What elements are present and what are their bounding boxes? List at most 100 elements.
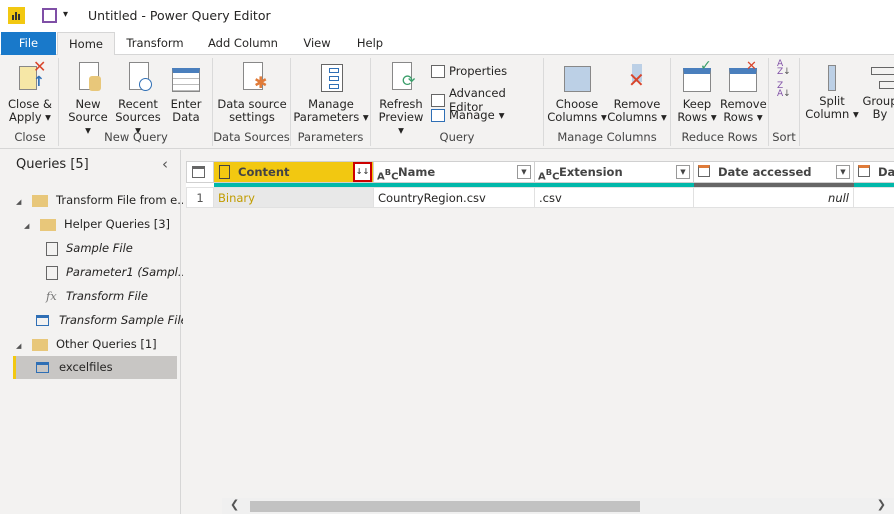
cell-name[interactable]: CountryRegion.csv bbox=[374, 187, 535, 208]
query-transform-file[interactable]: fx Transform File bbox=[46, 285, 148, 307]
remove-rows-icon: ✕ bbox=[728, 60, 758, 94]
query-group-helper-queries[interactable]: ◢ Helper Queries [3] bbox=[24, 213, 170, 235]
tab-transform[interactable]: Transform bbox=[118, 32, 192, 55]
cell-content[interactable]: Binary bbox=[214, 187, 374, 208]
save-icon[interactable] bbox=[42, 8, 57, 23]
new-source-icon bbox=[73, 62, 103, 94]
table-icon bbox=[192, 166, 205, 178]
column-header-date-partial[interactable]: Da bbox=[854, 161, 894, 183]
table-icon bbox=[36, 315, 49, 326]
group-label-close: Close bbox=[14, 130, 46, 144]
split-column-button[interactable]: Split Column ▾ bbox=[804, 59, 860, 121]
scroll-left-icon[interactable]: ❮ bbox=[230, 498, 239, 511]
expand-icon: ◢ bbox=[16, 198, 22, 206]
manage-button[interactable]: Manage ▾ bbox=[431, 108, 504, 122]
horizontal-scrollbar[interactable]: ❮ ❯ bbox=[222, 498, 894, 514]
tab-home[interactable]: Home bbox=[57, 32, 115, 56]
refresh-preview-icon: ⟳ bbox=[386, 62, 416, 94]
query-sample-file[interactable]: Sample File bbox=[46, 237, 133, 259]
keep-rows-icon: ✓ bbox=[682, 59, 712, 94]
column-header-extension[interactable]: ABC Extension ▼ bbox=[535, 161, 694, 183]
group-label-parameters: Parameters bbox=[297, 130, 364, 144]
cell-extension[interactable]: .csv bbox=[535, 187, 694, 208]
remove-columns-icon: ✕ bbox=[622, 62, 652, 94]
group-label-reduce-rows: Reduce Rows bbox=[681, 130, 758, 144]
group-label-data-sources: Data Sources bbox=[213, 130, 290, 144]
power-bi-logo-icon bbox=[8, 7, 25, 24]
group-data-sources: ✱ Data source settings Data Sources bbox=[213, 58, 291, 146]
split-column-icon bbox=[817, 59, 847, 91]
query-group-other-queries[interactable]: ◢ Other Queries [1] bbox=[16, 333, 157, 355]
column-header-name[interactable]: ABC Name ▼ bbox=[374, 161, 535, 183]
group-sort: A Z↓ Z A↓ Sort bbox=[769, 58, 800, 146]
tab-add-column[interactable]: Add Column bbox=[200, 32, 286, 55]
close-apply-button[interactable]: ✕ ↑ Close & Apply ▾ bbox=[2, 59, 58, 124]
group-by-icon bbox=[865, 59, 894, 91]
list-icon bbox=[46, 241, 58, 256]
manage-icon bbox=[431, 108, 445, 122]
sort-descending-button[interactable]: Z A↓ bbox=[777, 82, 791, 99]
enter-data-icon bbox=[171, 62, 201, 94]
group-label-sort: Sort bbox=[772, 130, 796, 144]
table-menu-button[interactable] bbox=[186, 161, 214, 183]
function-icon: fx bbox=[46, 289, 57, 303]
ribbon-tabs: File Home Transform Add Column View Help bbox=[0, 32, 894, 56]
query-excelfiles[interactable]: excelfiles bbox=[13, 356, 177, 379]
choose-columns-button[interactable]: Choose Columns ▾ bbox=[547, 62, 607, 124]
collapse-pane-icon[interactable]: ‹ bbox=[162, 155, 168, 173]
close-apply-icon: ✕ ↑ bbox=[15, 59, 46, 94]
expand-column-button[interactable]: ↓↓ bbox=[353, 162, 372, 182]
remove-rows-button[interactable]: ✕ Remove Rows ▾ bbox=[720, 60, 767, 124]
window-title: Untitled - Power Query Editor bbox=[88, 8, 271, 23]
quick-access-dropdown-icon[interactable]: ▾ bbox=[63, 9, 68, 20]
recent-sources-icon bbox=[123, 62, 153, 94]
tab-file[interactable]: File bbox=[1, 32, 56, 55]
recent-sources-button[interactable]: Recent Sources ▾ bbox=[112, 62, 164, 137]
row-number[interactable]: 1 bbox=[186, 187, 214, 208]
group-new-query: New Source ▾ Recent Sources ▾ Enter Data Ne… bbox=[60, 58, 213, 146]
refresh-preview-button[interactable]: ⟳ Refresh Preview ▾ bbox=[374, 62, 428, 137]
manage-parameters-icon bbox=[316, 62, 346, 94]
folder-icon bbox=[32, 338, 48, 351]
filter-dropdown-icon[interactable]: ▼ bbox=[517, 165, 531, 179]
group-label-query: Query bbox=[439, 130, 475, 144]
group-by-button[interactable]: Group By bbox=[860, 59, 894, 121]
enter-data-button[interactable]: Enter Data bbox=[164, 62, 208, 124]
title-bar: ▾ Untitled - Power Query Editor bbox=[0, 0, 894, 32]
column-header-content[interactable]: Content ↓↓ bbox=[214, 161, 374, 183]
ribbon: ✕ ↑ Close & Apply ▾ Close New Source ▾ Rece… bbox=[0, 55, 894, 149]
group-query: ⟳ Refresh Preview ▾ Properties Advanced Ed… bbox=[371, 58, 544, 146]
filter-dropdown-icon[interactable]: ▼ bbox=[836, 165, 850, 179]
folder-icon bbox=[32, 194, 48, 207]
properties-icon bbox=[431, 64, 445, 78]
tab-view[interactable]: View bbox=[295, 32, 339, 55]
group-close: ✕ ↑ Close & Apply ▾ Close bbox=[2, 58, 59, 146]
scroll-right-icon[interactable]: ❯ bbox=[877, 498, 886, 511]
sort-ascending-button[interactable]: A Z↓ bbox=[777, 60, 791, 77]
data-source-settings-button[interactable]: ✱ Data source settings bbox=[215, 62, 289, 124]
datetime-type-icon bbox=[858, 165, 870, 177]
tab-help[interactable]: Help bbox=[349, 32, 391, 55]
remove-columns-button[interactable]: ✕ Remove Columns ▾ bbox=[607, 62, 667, 124]
keep-rows-button[interactable]: ✓ Keep Rows ▾ bbox=[674, 59, 720, 124]
column-header-date-accessed[interactable]: Date accessed ▼ bbox=[694, 161, 854, 183]
manage-parameters-button[interactable]: Manage Parameters ▾ bbox=[293, 62, 369, 124]
new-source-button[interactable]: New Source ▾ bbox=[64, 62, 112, 137]
filter-dropdown-icon[interactable]: ▼ bbox=[676, 165, 690, 179]
query-group-transform-file[interactable]: ◢ Transform File from e... bbox=[16, 189, 188, 211]
properties-button[interactable]: Properties bbox=[431, 64, 507, 78]
group-label-manage-columns: Manage Columns bbox=[557, 130, 657, 144]
scrollbar-thumb[interactable] bbox=[250, 501, 640, 512]
query-parameter1[interactable]: Parameter1 (Sampl... bbox=[46, 261, 189, 283]
advanced-editor-icon bbox=[431, 93, 445, 107]
choose-columns-icon bbox=[562, 62, 592, 94]
data-source-settings-icon: ✱ bbox=[237, 62, 267, 94]
list-icon bbox=[219, 165, 230, 179]
queries-header: Queries [5] bbox=[16, 157, 89, 172]
group-reduce-rows: ✓ Keep Rows ▾ ✕ Remove Rows ▾ Reduce Rows bbox=[671, 58, 769, 146]
group-label-new-query: New Query bbox=[104, 130, 168, 144]
cell-date-partial[interactable] bbox=[854, 187, 894, 208]
query-transform-sample-file[interactable]: Transform Sample File bbox=[36, 309, 188, 331]
datetime-type-icon bbox=[698, 165, 710, 177]
cell-date-accessed[interactable]: null bbox=[694, 187, 854, 208]
